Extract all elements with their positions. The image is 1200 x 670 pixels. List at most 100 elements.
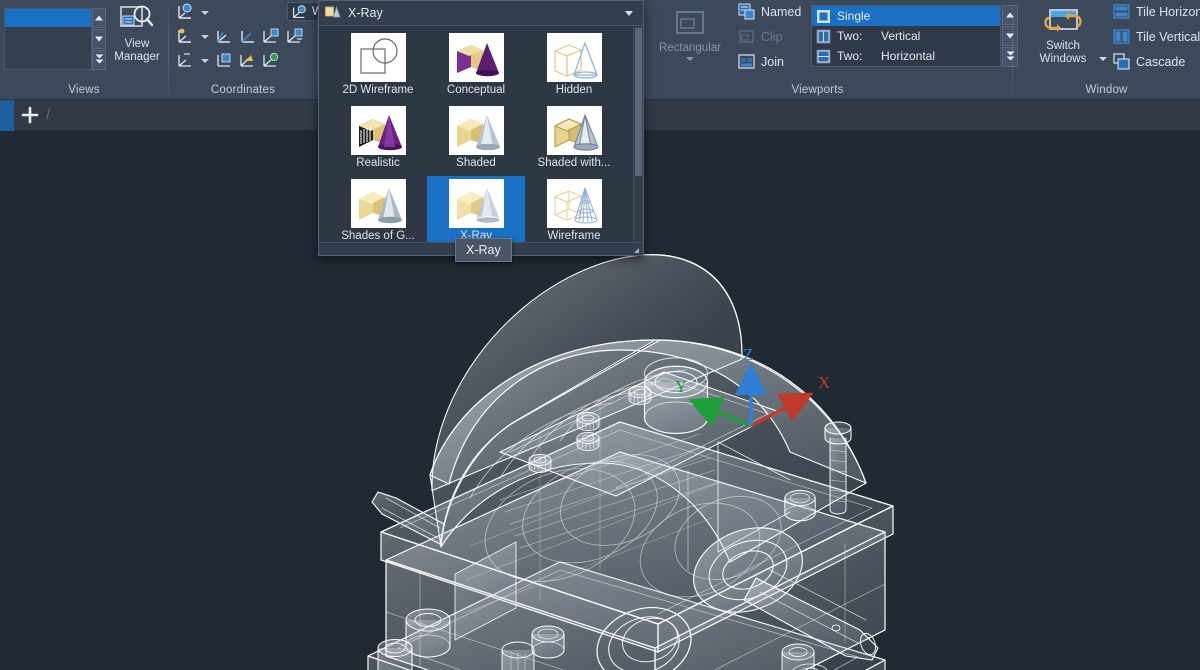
view-manager-button[interactable]: View Manager	[108, 2, 166, 64]
visual-style-item-shaded-with-edges[interactable]: Shaded with...	[525, 103, 623, 176]
tile-horizontal-icon	[1113, 3, 1130, 20]
visual-style-item-shaded[interactable]: Shaded	[427, 103, 525, 176]
clip-viewport-label: Clip	[761, 29, 783, 44]
join-viewports-icon	[738, 53, 755, 70]
views-scroll-down-button[interactable]	[92, 29, 106, 49]
named-viewports-label: Named	[761, 4, 802, 19]
ucs-icon-dropdown[interactable]	[198, 2, 210, 22]
tile-horizontal-label: Tile Horizon	[1136, 4, 1200, 19]
visual-style-item-conceptual[interactable]: Conceptual	[427, 30, 525, 103]
panel-viewports: Rectangular Named Clip Join Single Two: …	[645, 0, 1018, 100]
visual-style-tooltip: X-Ray	[455, 238, 512, 262]
visual-style-xray-icon	[325, 5, 341, 21]
viewport-config-row[interactable]: Two: Vertical	[812, 26, 1000, 46]
viewport-two-vert-icon	[816, 29, 831, 44]
switch-windows-label-1: Switch	[1046, 40, 1080, 52]
ucs-y-label: Y	[675, 377, 687, 396]
ucs-icon-properties-icon[interactable]	[175, 2, 195, 22]
ucs-y-icon[interactable]	[284, 26, 304, 46]
panel-label-viewports: Viewports	[791, 84, 844, 96]
views-scroll-up-button[interactable]	[92, 8, 106, 28]
cascade-label: Cascade	[1136, 54, 1186, 69]
viewport-two-horiz-icon	[816, 49, 831, 64]
ucs-world-combo-icon	[290, 3, 308, 21]
panel-label-views: Views	[68, 84, 100, 96]
visual-style-item-shades-of-gray[interactable]: Shades of G...	[329, 176, 427, 249]
visual-style-item-hidden[interactable]: Hidden	[525, 30, 623, 103]
viewport-config-name: Single	[837, 9, 871, 23]
panel-coordinates: World Coordinates	[169, 0, 379, 100]
ucs-named-dropdown[interactable]	[198, 50, 210, 70]
visual-styles-dropdown-header[interactable]: X-Ray	[319, 1, 643, 26]
tile-horizontal-button[interactable]: Tile Horizon	[1113, 3, 1200, 20]
switch-windows-chevron-down-icon[interactable]	[1099, 57, 1107, 61]
ucs-3point-icon[interactable]	[175, 26, 195, 46]
clip-viewport-button[interactable]: Clip	[738, 28, 783, 45]
thumb-realistic	[350, 106, 406, 155]
viewport-single-icon	[816, 9, 831, 24]
viewport-config-name: Two:	[837, 29, 863, 43]
plus-icon[interactable]	[20, 105, 40, 125]
visual-styles-scrollbar[interactable]	[633, 26, 643, 243]
thumb-wireframe	[546, 179, 602, 228]
join-viewports-button[interactable]: Join	[738, 53, 784, 70]
view-manager-icon	[108, 2, 166, 38]
viewport-config-name: Two:	[837, 49, 863, 63]
autocad-window: X Y Z / View Manager Views Coordinates R…	[0, 0, 1200, 670]
ucs-object-icon[interactable]	[214, 50, 234, 70]
switch-windows-icon	[1023, 4, 1103, 40]
ucs-world-icon[interactable]	[260, 50, 280, 70]
clip-viewport-icon	[738, 28, 755, 45]
visual-style-label: Realistic	[356, 157, 400, 169]
switch-windows-label-2: Windows	[1039, 53, 1087, 65]
cascade-icon	[1113, 53, 1130, 70]
visual-styles-dropdown-label: X-Ray	[348, 6, 383, 20]
chevron-down-icon[interactable]	[625, 10, 633, 16]
views-list-item-selected[interactable]	[5, 9, 91, 27]
panel-views: View Manager Views	[0, 0, 168, 100]
scrollbar-thumb[interactable]	[635, 28, 642, 176]
cascade-button[interactable]: Cascade	[1113, 53, 1185, 70]
viewport-rectangular-label: Rectangular	[658, 42, 721, 54]
visual-style-label: Conceptual	[446, 84, 506, 96]
views-list[interactable]	[4, 6, 108, 72]
switch-windows-button[interactable]: Switch Windows	[1023, 4, 1103, 66]
views-expand-gallery-button[interactable]	[92, 50, 106, 70]
viewport-config-value: Vertical	[881, 29, 921, 43]
ucs-z-axis-vector-icon[interactable]	[237, 26, 257, 46]
thumb-xray	[448, 179, 504, 228]
visual-style-item-2d-wireframe[interactable]: 2D Wireframe	[329, 30, 427, 103]
views-list-item[interactable]	[5, 45, 91, 63]
thumb-shaded	[448, 106, 504, 155]
view-manager-label-1: View	[124, 38, 150, 50]
ucs-3point-dropdown[interactable]	[198, 26, 210, 46]
active-tab-accent	[0, 100, 14, 131]
view-manager-label-2: Manager	[114, 51, 160, 63]
viewport-rectangular-icon	[645, 6, 735, 42]
viewport-config-row[interactable]: Two: Horizontal	[812, 46, 1000, 66]
ucs-z-label: Z	[743, 345, 753, 364]
chevron-down-icon[interactable]	[686, 57, 694, 61]
visual-style-item-wireframe[interactable]: Wireframe	[525, 176, 623, 249]
views-list-item[interactable]	[5, 27, 91, 45]
ucs-x-label: X	[818, 373, 830, 392]
ucs-axis-icon: X Y Z	[675, 345, 830, 428]
thumb-2d-wireframe	[350, 33, 406, 82]
thumb-conceptual	[448, 33, 504, 82]
ucs-x-icon[interactable]	[260, 26, 280, 46]
ucs-face-icon[interactable]	[237, 50, 257, 70]
visual-style-item-realistic[interactable]: Realistic	[329, 103, 427, 176]
named-viewports-icon	[738, 3, 755, 20]
thumb-shades-gray	[350, 179, 406, 228]
panel-window: Switch Windows Tile Horizon Tile Vertica…	[1013, 0, 1200, 100]
visual-styles-grid[interactable]: 2D Wireframe Conceptual Hidden Realistic…	[319, 26, 633, 249]
panel-label-coordinates: Coordinates	[210, 84, 276, 96]
ucs-origin-icon[interactable]	[214, 26, 234, 46]
named-viewports-button[interactable]: Named	[738, 3, 801, 20]
viewport-config-row[interactable]: Single	[812, 6, 1000, 26]
tile-vertical-button[interactable]: Tile Vertical	[1113, 28, 1200, 45]
viewport-rectangular-button[interactable]: Rectangular	[645, 6, 735, 61]
viewport-config-list[interactable]: Single Two: Vertical Two: Horizontal	[811, 3, 1018, 69]
ucs-named-icon[interactable]	[175, 50, 195, 70]
visual-styles-dropdown[interactable]: X-Ray 2D Wireframe Conceptual Hidden Rea…	[318, 0, 644, 256]
